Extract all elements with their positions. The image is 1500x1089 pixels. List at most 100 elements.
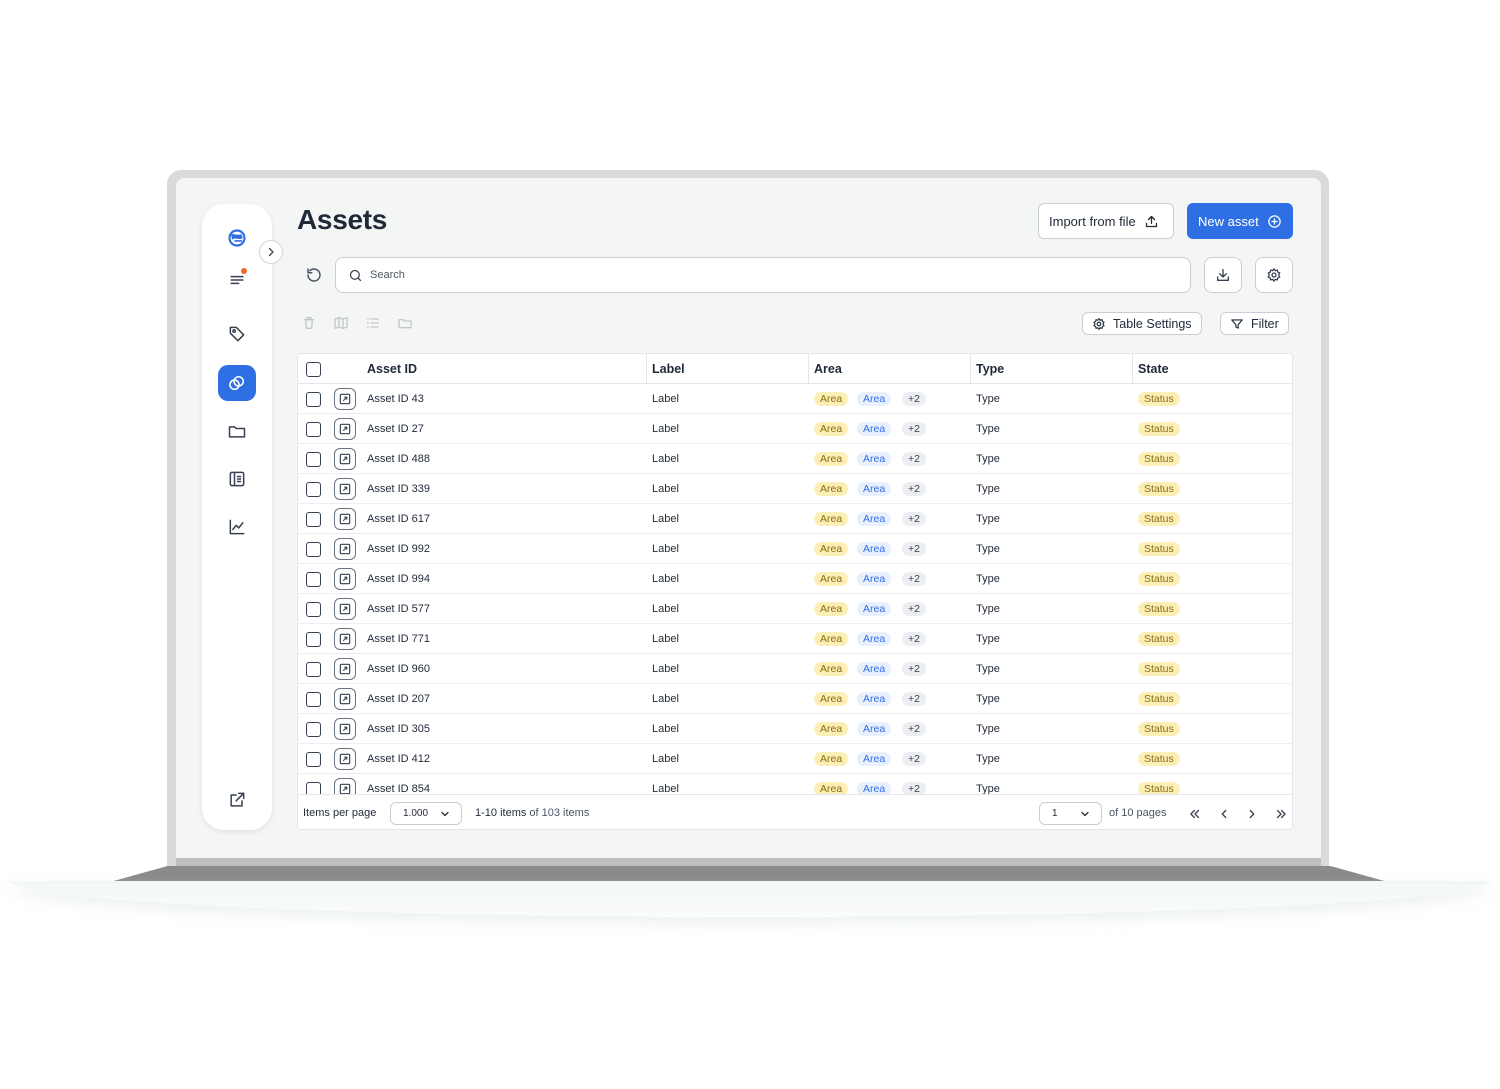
table-row[interactable]: Asset ID 27 Label Area Area +2 Type Status	[298, 414, 1292, 444]
row-asset-link[interactable]	[334, 598, 356, 620]
table-row[interactable]: Asset ID 994 Label Area Area +2 Type Status	[298, 564, 1292, 594]
map-icon[interactable]	[333, 315, 349, 331]
cell-asset-id[interactable]: Asset ID 577	[367, 594, 430, 624]
row-checkbox[interactable]	[306, 482, 321, 497]
column-header-label[interactable]: Label	[652, 354, 685, 384]
search-input[interactable]	[370, 269, 1150, 281]
row-checkbox[interactable]	[306, 662, 321, 677]
cell-asset-id[interactable]: Asset ID 617	[367, 504, 430, 534]
row-checkbox[interactable]	[306, 632, 321, 647]
table-row[interactable]: Asset ID 43 Label Area Area +2 Type Status	[298, 384, 1292, 414]
row-asset-link[interactable]	[334, 568, 356, 590]
download-button[interactable]	[1204, 257, 1242, 293]
sidebar-item-analytics[interactable]	[218, 509, 256, 545]
table-row[interactable]: Asset ID 339 Label Area Area +2 Type Status	[298, 474, 1292, 504]
cell-asset-id[interactable]: Asset ID 43	[367, 384, 424, 414]
area-more-badge[interactable]: +2	[902, 662, 926, 676]
cell-asset-id[interactable]: Asset ID 412	[367, 744, 430, 774]
column-header-type[interactable]: Type	[976, 354, 1004, 384]
area-more-badge[interactable]: +2	[902, 572, 926, 586]
table-row[interactable]: Asset ID 207 Label Area Area +2 Type Status	[298, 684, 1292, 714]
cell-asset-id[interactable]: Asset ID 771	[367, 624, 430, 654]
area-more-badge[interactable]: +2	[902, 722, 926, 736]
cell-asset-id[interactable]: Asset ID 960	[367, 654, 430, 684]
column-header-asset-id[interactable]: Asset ID	[367, 354, 417, 384]
list-icon[interactable]	[365, 315, 381, 331]
sidebar-item-external[interactable]	[218, 782, 256, 818]
row-checkbox[interactable]	[306, 542, 321, 557]
table-row[interactable]: Asset ID 854 Label Area Area +2 Type Status	[298, 774, 1292, 794]
cell-asset-id[interactable]: Asset ID 992	[367, 534, 430, 564]
row-asset-link[interactable]	[334, 448, 356, 470]
row-asset-link[interactable]	[334, 718, 356, 740]
table-row[interactable]: Asset ID 617 Label Area Area +2 Type Status	[298, 504, 1292, 534]
row-asset-link[interactable]	[334, 778, 356, 794]
row-asset-link[interactable]	[334, 688, 356, 710]
refresh-icon[interactable]	[305, 266, 323, 284]
last-page-button[interactable]	[1273, 806, 1289, 822]
row-asset-link[interactable]	[334, 748, 356, 770]
table-row[interactable]: Asset ID 412 Label Area Area +2 Type Status	[298, 744, 1292, 774]
area-more-badge[interactable]: +2	[902, 782, 926, 794]
filter-button[interactable]: Filter	[1220, 312, 1289, 335]
sidebar-item-docs[interactable]	[218, 461, 256, 497]
area-more-badge[interactable]: +2	[902, 452, 926, 466]
app-logo[interactable]	[218, 220, 256, 256]
table-settings-button[interactable]: Table Settings	[1082, 312, 1202, 335]
cell-asset-id[interactable]: Asset ID 305	[367, 714, 430, 744]
table-row[interactable]: Asset ID 960 Label Area Area +2 Type Status	[298, 654, 1292, 684]
select-all-checkbox[interactable]	[306, 362, 321, 377]
column-header-area[interactable]: Area	[814, 354, 842, 384]
area-more-badge[interactable]: +2	[902, 392, 926, 406]
table-row[interactable]: Asset ID 577 Label Area Area +2 Type Status	[298, 594, 1292, 624]
cell-asset-id[interactable]: Asset ID 854	[367, 774, 430, 794]
sidebar-item-assets[interactable]	[218, 365, 256, 401]
cell-asset-id[interactable]: Asset ID 27	[367, 414, 424, 444]
next-page-button[interactable]	[1244, 806, 1260, 822]
area-more-badge[interactable]: +2	[902, 512, 926, 526]
settings-button[interactable]	[1255, 257, 1293, 293]
sidebar-expand-button[interactable]	[259, 240, 283, 264]
table-row[interactable]: Asset ID 992 Label Area Area +2 Type Status	[298, 534, 1292, 564]
row-asset-link[interactable]	[334, 538, 356, 560]
row-checkbox[interactable]	[306, 782, 321, 794]
table-row[interactable]: Asset ID 305 Label Area Area +2 Type Status	[298, 714, 1292, 744]
cell-asset-id[interactable]: Asset ID 207	[367, 684, 430, 714]
cell-asset-id[interactable]: Asset ID 488	[367, 444, 430, 474]
row-asset-link[interactable]	[334, 658, 356, 680]
previous-page-button[interactable]	[1216, 806, 1232, 822]
page-select[interactable]: 1	[1039, 802, 1102, 825]
trash-icon[interactable]	[301, 315, 317, 331]
area-more-badge[interactable]: +2	[902, 422, 926, 436]
area-more-badge[interactable]: +2	[902, 542, 926, 556]
row-checkbox[interactable]	[306, 692, 321, 707]
row-checkbox[interactable]	[306, 512, 321, 527]
table-row[interactable]: Asset ID 488 Label Area Area +2 Type Status	[298, 444, 1292, 474]
area-more-badge[interactable]: +2	[902, 602, 926, 616]
row-checkbox[interactable]	[306, 422, 321, 437]
folder-icon[interactable]	[397, 315, 413, 331]
first-page-button[interactable]	[1187, 806, 1203, 822]
import-from-file-button[interactable]: Import from file	[1038, 203, 1174, 239]
row-checkbox[interactable]	[306, 752, 321, 767]
table-row[interactable]: Asset ID 771 Label Area Area +2 Type Status	[298, 624, 1292, 654]
row-asset-link[interactable]	[334, 418, 356, 440]
row-asset-link[interactable]	[334, 628, 356, 650]
row-checkbox[interactable]	[306, 452, 321, 467]
row-checkbox[interactable]	[306, 602, 321, 617]
column-header-state[interactable]: State	[1138, 354, 1169, 384]
row-checkbox[interactable]	[306, 722, 321, 737]
sidebar-item-tags[interactable]	[218, 316, 256, 352]
area-more-badge[interactable]: +2	[902, 752, 926, 766]
cell-asset-id[interactable]: Asset ID 994	[367, 564, 430, 594]
row-checkbox[interactable]	[306, 572, 321, 587]
row-asset-link[interactable]	[334, 478, 356, 500]
area-more-badge[interactable]: +2	[902, 482, 926, 496]
area-more-badge[interactable]: +2	[902, 692, 926, 706]
area-more-badge[interactable]: +2	[902, 632, 926, 646]
cell-asset-id[interactable]: Asset ID 339	[367, 474, 430, 504]
row-asset-link[interactable]	[334, 388, 356, 410]
sidebar-item-menu[interactable]	[218, 262, 256, 298]
sidebar-item-folders[interactable]	[218, 413, 256, 449]
items-per-page-select[interactable]: 1.000	[390, 802, 462, 825]
